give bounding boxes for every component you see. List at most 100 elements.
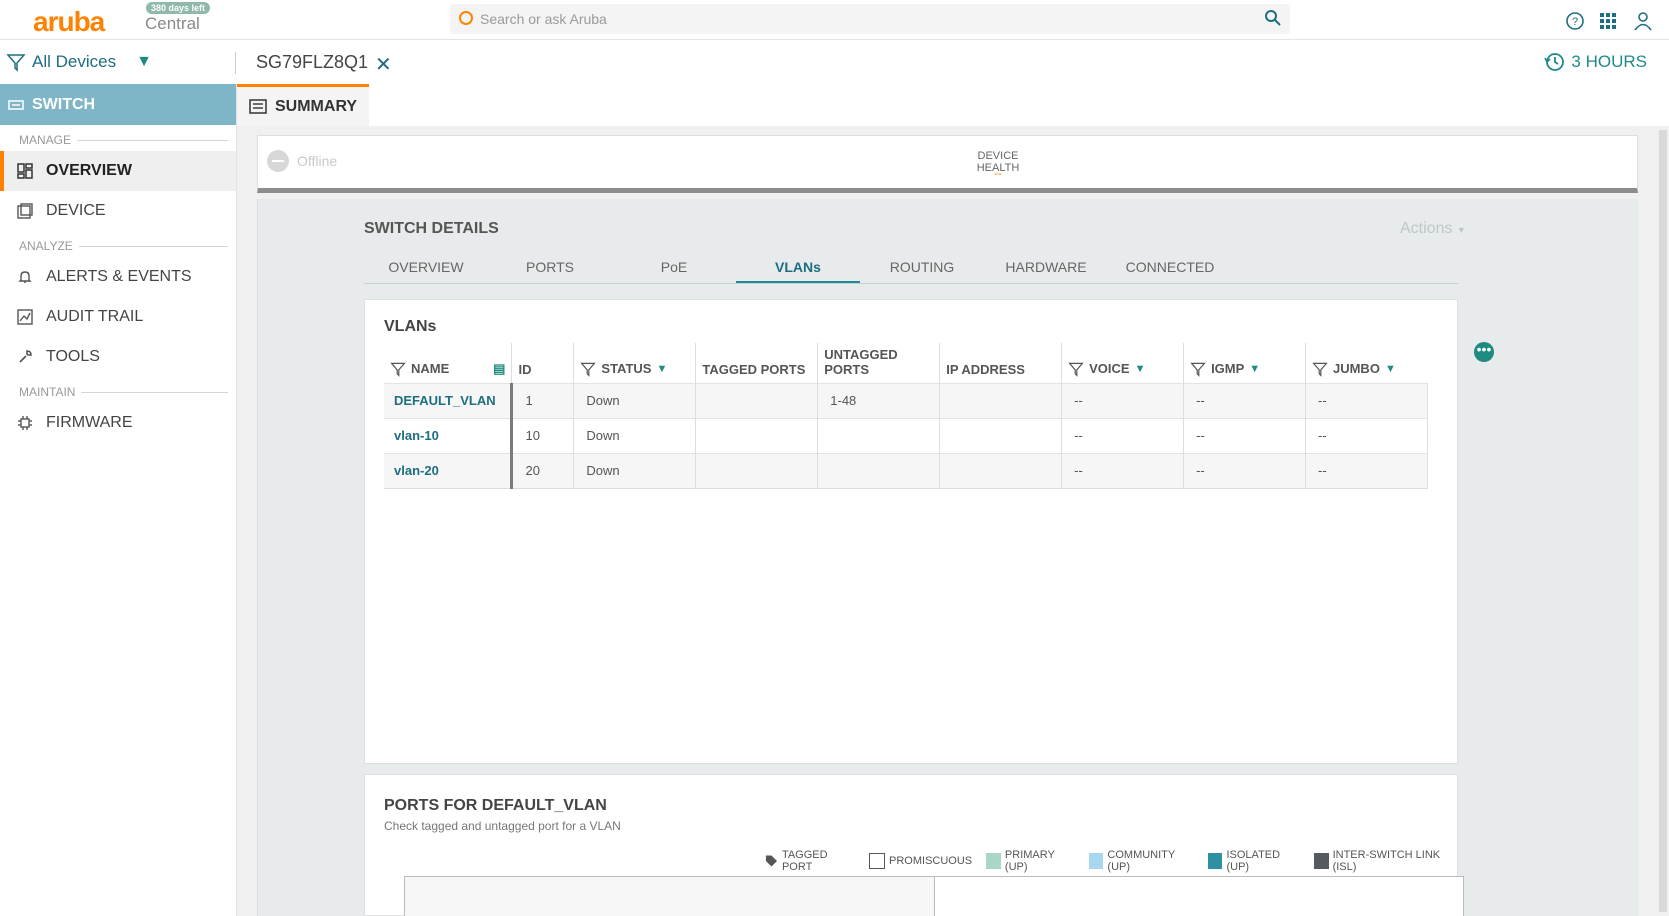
legend-swatch xyxy=(1313,853,1329,869)
vlan-untagged: 1-48 xyxy=(817,382,941,418)
column-label: UNTAGGED PORTS xyxy=(824,346,898,377)
all-devices-filter[interactable]: All Devices ▼ xyxy=(6,52,152,72)
search-icon[interactable] xyxy=(1264,9,1282,27)
sidebar-item-label: FIRMWARE xyxy=(46,414,133,431)
section-analyze: ANALYZE xyxy=(0,235,236,257)
column-label: TAGGED PORTS xyxy=(702,361,806,377)
vlan-ip xyxy=(939,452,1063,489)
time-range-selector[interactable]: 3 HOURS xyxy=(1543,51,1647,73)
filter-icon[interactable] xyxy=(1312,361,1328,377)
sidebar-item-device[interactable]: DEVICE xyxy=(0,191,236,231)
sidebar-item-label: ALERTS & EVENTS xyxy=(46,268,192,285)
column-name[interactable]: NAME ▤ xyxy=(384,343,513,383)
tab-summary[interactable]: SUMMARY xyxy=(237,84,369,126)
sidebar-item-overview[interactable]: OVERVIEW xyxy=(0,151,236,191)
table-row[interactable]: vlan-10 10 Down -- -- -- xyxy=(384,417,1429,453)
apps-grid-icon[interactable] xyxy=(1598,11,1618,31)
ports-legend: TAGGED PORT PROMISCUOUS PRIMARY (UP) COM… xyxy=(765,849,1457,873)
search-box[interactable] xyxy=(450,4,1290,34)
table-header-row: NAME ▤ ID STATUS ▼ TAGGED PORTS UNTAGGED … xyxy=(384,343,1428,383)
sort-icon[interactable]: ▤ xyxy=(493,361,505,377)
ports-panel: PORTS FOR DEFAULT_VLAN Check tagged and … xyxy=(364,774,1464,916)
sidebar-item-label: OVERVIEW xyxy=(46,162,132,179)
vlan-igmp: -- xyxy=(1183,382,1306,418)
filter-icon[interactable] xyxy=(1068,361,1084,377)
filter-icon[interactable] xyxy=(1190,361,1206,377)
vlan-name-link[interactable]: vlan-20 xyxy=(384,452,514,489)
sidebar-item-firmware[interactable]: FIRMWARE xyxy=(0,403,236,443)
column-igmp[interactable]: IGMP ▼ xyxy=(1183,343,1306,383)
more-options-button[interactable]: ••• xyxy=(1474,342,1494,362)
filter-icon[interactable] xyxy=(390,361,406,377)
close-icon[interactable]: ✕ xyxy=(375,52,392,77)
column-jumbo[interactable]: JUMBO ▼ xyxy=(1305,343,1427,383)
table-row[interactable]: DEFAULT_VLAN 1 Down 1-48 -- -- -- xyxy=(384,382,1429,418)
audit-icon xyxy=(16,308,34,326)
help-icon[interactable]: ? xyxy=(1565,11,1585,31)
dropdown-triangle-icon[interactable]: ▼ xyxy=(1385,363,1396,375)
sidebar-item-alerts[interactable]: ALERTS & EVENTS xyxy=(0,257,236,297)
device-name: SG79FLZ8Q1 xyxy=(256,52,369,72)
tab-connected[interactable]: CONNECTED xyxy=(1108,249,1232,283)
vlan-tagged xyxy=(695,382,819,418)
svg-text:?: ? xyxy=(1572,16,1578,28)
column-label: IP ADDRESS xyxy=(946,361,1025,377)
column-voice[interactable]: VOICE ▼ xyxy=(1061,343,1185,383)
ports-subtitle: Check tagged and untagged port for a VLA… xyxy=(384,819,621,833)
dropdown-triangle-icon[interactable]: ▼ xyxy=(1249,363,1260,375)
section-manage-label: MANAGE xyxy=(19,133,72,147)
section-maintain: MAINTAIN xyxy=(0,381,236,403)
actions-dropdown[interactable]: Actions ▼ xyxy=(1400,220,1466,238)
vlan-voice: -- xyxy=(1061,417,1185,453)
sidebar-header: SWITCH xyxy=(0,84,236,125)
legend-label: TAGGED PORT xyxy=(781,849,828,873)
user-icon[interactable] xyxy=(1633,11,1653,31)
tab-hardware[interactable]: HARDWARE xyxy=(984,249,1108,283)
tab-vlans[interactable]: VLANs xyxy=(736,249,860,283)
time-range-label: 3 HOURS xyxy=(1571,52,1647,71)
chevron-down-icon[interactable]: ▼ xyxy=(136,53,152,71)
column-label: JUMBO xyxy=(1332,361,1380,376)
dropdown-triangle-icon[interactable]: ▼ xyxy=(656,363,667,375)
all-devices-label: All Devices xyxy=(32,52,117,71)
column-status[interactable]: STATUS ▼ xyxy=(573,343,697,383)
aruba-logo[interactable]: aruba xyxy=(33,6,105,38)
dropdown-triangle-icon[interactable]: ▼ xyxy=(1135,363,1146,375)
tab-ports[interactable]: PORTS xyxy=(488,249,612,283)
sidebar-item-label: TOOLS xyxy=(46,348,100,365)
dashboard-icon xyxy=(16,162,34,180)
filter-icon[interactable] xyxy=(580,361,597,377)
sidebar-item-label: DEVICE xyxy=(46,202,106,219)
bell-icon xyxy=(16,268,34,286)
tab-routing[interactable]: ROUTING xyxy=(860,249,984,283)
aruba-search-icon xyxy=(459,11,473,25)
table-row[interactable]: vlan-20 20 Down -- -- -- xyxy=(384,452,1429,489)
vlan-jumbo: -- xyxy=(1305,452,1429,489)
sidebar-item-tools[interactable]: TOOLS xyxy=(0,337,236,377)
chevron-down-icon: ▼ xyxy=(1456,225,1466,235)
page-scrollbar[interactable] xyxy=(1659,130,1667,912)
legend-community: COMMUNITY (UP) xyxy=(1088,849,1194,873)
tab-overview[interactable]: OVERVIEW xyxy=(364,249,488,283)
vlan-id: 20 xyxy=(511,452,575,489)
vlan-id: 1 xyxy=(511,382,575,418)
trial-badge: 380 days left xyxy=(146,2,211,14)
sidebar-item-audit-trail[interactable]: AUDIT TRAIL xyxy=(0,297,236,337)
vlan-igmp: -- xyxy=(1183,452,1306,489)
filter-icon xyxy=(6,54,26,72)
vlan-jumbo: -- xyxy=(1305,382,1429,418)
search-input[interactable] xyxy=(480,8,1240,30)
legend-label: PRIMARY (UP) xyxy=(1004,849,1055,873)
tab-poe[interactable]: PoE xyxy=(612,249,736,283)
switch-details-tabs: OVERVIEW PORTS PoE VLANs ROUTING HARDWAR… xyxy=(364,249,1458,284)
summary-icon xyxy=(249,98,267,114)
vlan-voice: -- xyxy=(1061,382,1185,418)
legend-isl: INTER-SWITCH LINK (ISL) xyxy=(1313,849,1457,873)
vlan-voice: -- xyxy=(1061,452,1185,489)
vlan-jumbo: -- xyxy=(1305,417,1429,453)
legend-primary: PRIMARY (UP) xyxy=(986,849,1074,873)
vlan-name-link[interactable]: vlan-10 xyxy=(384,417,514,453)
sidebar-item-label: AUDIT TRAIL xyxy=(46,308,144,325)
vlan-name-link[interactable]: DEFAULT_VLAN xyxy=(384,382,514,418)
status-label: Offline xyxy=(297,153,338,169)
